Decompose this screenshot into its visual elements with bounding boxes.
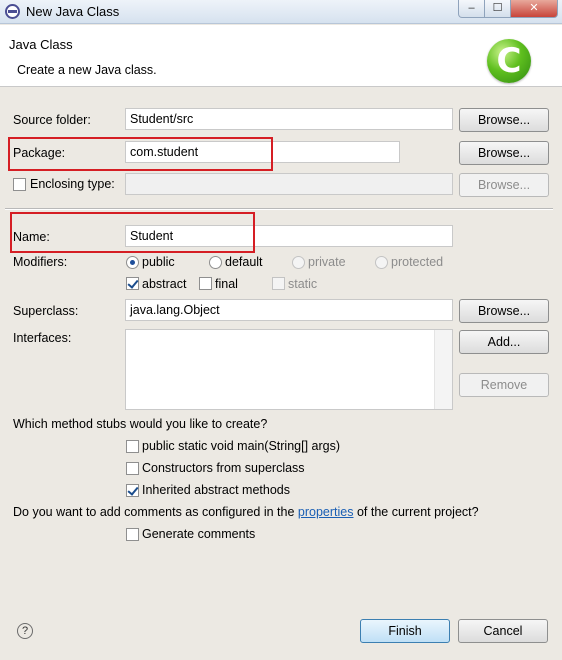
eclipse-icon [5,4,20,19]
modifier-protected-radio[interactable] [375,256,388,269]
maximize-button[interactable]: ☐ [484,0,511,18]
superclass-browse-button[interactable]: Browse... [459,299,549,323]
java-class-logo-icon: C [487,39,531,83]
modifier-public-radio[interactable] [126,256,139,269]
modifier-static-label: static [288,277,318,291]
source-folder-browse-button[interactable]: Browse... [459,108,549,132]
interfaces-scrollbar[interactable] [434,330,452,409]
wizard-description: Create a new Java class. [17,63,157,77]
modifier-default-radio[interactable] [209,256,222,269]
modifier-abstract-checkbox[interactable] [126,277,139,290]
cancel-button[interactable]: Cancel [458,619,548,643]
stub-constructors-checkbox[interactable] [126,462,139,475]
modifier-abstract-label: abstract [142,277,187,291]
enclosing-type-checkbox[interactable] [13,178,26,191]
modifier-final-checkbox[interactable] [199,277,212,290]
modifier-private-label: private [308,255,346,269]
comments-question: Do you want to add comments as configure… [13,505,479,519]
wizard-title: Java Class [9,37,73,52]
comments-question-prefix: Do you want to add comments as configure… [13,505,295,519]
modifier-default-label: default [225,255,263,269]
generate-comments-label: Generate comments [142,527,256,541]
separator [5,208,553,210]
modifier-protected-label: protected [391,255,444,269]
modifier-final-label: final [215,277,238,291]
stub-main-checkbox[interactable] [126,440,139,453]
enclosing-type-browse-button[interactable]: Browse... [459,173,549,197]
finish-button[interactable]: Finish [360,619,450,643]
logo-letter: C [496,41,522,81]
remove-interface-button[interactable]: Remove [459,373,549,397]
minimize-button[interactable]: – [458,0,485,18]
enclosing-type-label: Enclosing type: [30,177,115,191]
help-icon[interactable]: ? [17,623,33,639]
stub-inherited-label: Inherited abstract methods [142,483,290,497]
stub-constructors-label: Constructors from superclass [142,461,305,475]
stub-main-label: public static void main(String[] args) [142,439,340,453]
generate-comments-checkbox[interactable] [126,528,139,541]
close-button[interactable]: ✕ [510,0,558,18]
superclass-label: Superclass: [13,304,79,318]
modifier-private-radio[interactable] [292,256,305,269]
stub-inherited-checkbox[interactable] [126,484,139,497]
comments-question-suffix: of the current project? [356,505,479,519]
wizard-header: Java Class Create a new Java class. C [0,25,562,87]
package-browse-button[interactable]: Browse... [459,141,549,165]
stubs-question: Which method stubs would you like to cre… [13,417,268,431]
title-bar: New Java Class – ☐ ✕ [0,0,562,24]
modifiers-label: Modifiers: [13,255,68,269]
window-title: New Java Class [26,4,120,19]
package-highlight-box [8,137,273,171]
interfaces-label: Interfaces: [13,331,72,345]
name-highlight-box [10,212,255,253]
source-folder-input[interactable]: Student/src [125,108,453,130]
modifier-static-checkbox[interactable] [272,277,285,290]
superclass-input[interactable]: java.lang.Object [125,299,453,321]
modifier-public-label: public [142,255,175,269]
enclosing-type-input[interactable] [125,173,453,195]
interfaces-list[interactable] [125,329,453,410]
properties-link[interactable]: properties [298,505,354,519]
source-folder-label: Source folder: [13,113,91,127]
add-interface-button[interactable]: Add... [459,330,549,354]
